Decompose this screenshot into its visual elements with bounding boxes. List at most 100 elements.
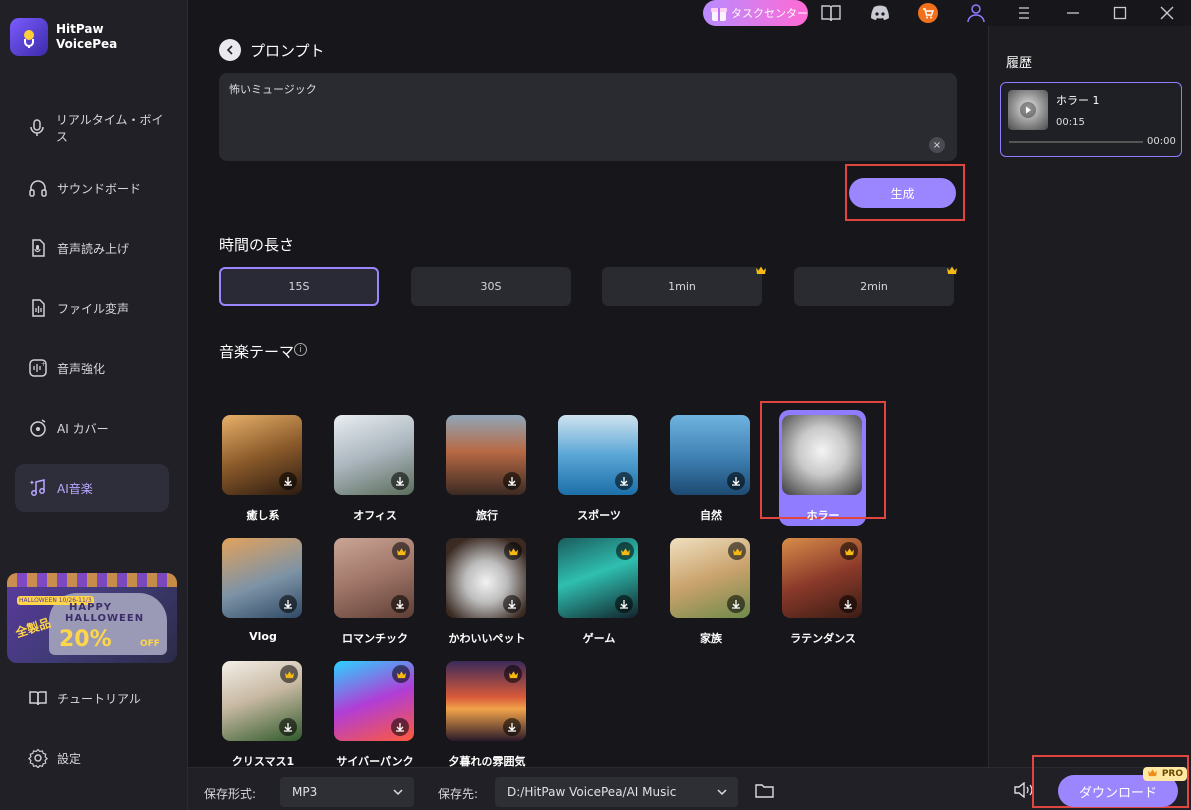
close-icon[interactable] bbox=[1156, 3, 1178, 23]
crown-icon bbox=[392, 665, 410, 683]
theme-thumb-christmas bbox=[222, 661, 302, 741]
download-icon[interactable] bbox=[391, 472, 409, 490]
sidebar-item-label: AI音楽 bbox=[57, 481, 93, 496]
promo-line1: HAPPY bbox=[69, 602, 113, 613]
download-icon[interactable] bbox=[839, 595, 857, 613]
menu-icon[interactable] bbox=[1013, 3, 1035, 23]
cart-icon[interactable] bbox=[917, 3, 939, 23]
history-item[interactable]: ホラー 1 00:15 00:00 bbox=[1000, 82, 1182, 157]
theme-card[interactable]: オフィス bbox=[334, 415, 416, 522]
theme-thumb-cyberpunk bbox=[334, 661, 414, 741]
sidebar: HitPaw VoicePea リアルタイム・ボイス サウンドボード 音声読み上… bbox=[0, 0, 188, 810]
svg-text:+: + bbox=[41, 361, 46, 368]
history-item-position: 00:00 bbox=[1147, 136, 1176, 147]
generate-button[interactable]: 生成 bbox=[849, 178, 956, 208]
promo-side-text: 全製品 bbox=[13, 615, 53, 641]
theme-label: ラテンダンス bbox=[790, 632, 856, 645]
download-icon[interactable] bbox=[615, 595, 633, 613]
download-icon[interactable] bbox=[727, 472, 745, 490]
destination-value: D:/HitPaw VoicePea/AI Music bbox=[507, 785, 677, 799]
crown-icon bbox=[280, 665, 298, 683]
theme-label: ロマンチック bbox=[342, 632, 408, 645]
duration-option-30s[interactable]: 30S bbox=[411, 267, 571, 306]
theme-card[interactable]: Vlog bbox=[222, 538, 304, 643]
theme-card[interactable]: クリスマス1 bbox=[222, 661, 304, 768]
guide-book-icon[interactable] bbox=[820, 3, 842, 23]
theme-thumb-sports bbox=[558, 415, 638, 495]
minimize-icon[interactable] bbox=[1062, 3, 1084, 23]
sidebar-item-ai-music[interactable]: ✦ AI音楽 bbox=[15, 464, 169, 512]
download-icon[interactable] bbox=[279, 595, 297, 613]
sidebar-item-label: AI カバー bbox=[57, 421, 109, 436]
theme-card[interactable]: ロマンチック bbox=[334, 538, 416, 645]
halloween-promo-banner[interactable]: HALLOWEEN 10/26-11/3 HAPPY HALLOWEEN 全製品… bbox=[7, 573, 177, 663]
themes-title: 音楽テーマ bbox=[219, 343, 295, 361]
duration-option-1min[interactable]: 1min bbox=[602, 267, 762, 306]
brand: HitPaw VoicePea bbox=[10, 18, 117, 56]
sidebar-item-realtime-voice[interactable]: リアルタイム・ボイス bbox=[15, 104, 169, 152]
promo-off: OFF bbox=[140, 639, 160, 649]
task-center-label: タスクセンター bbox=[731, 7, 808, 20]
theme-label: 自然 bbox=[700, 509, 722, 522]
destination-select[interactable]: D:/HitPaw VoicePea/AI Music bbox=[495, 777, 738, 807]
theme-card-selected[interactable]: ホラー bbox=[782, 415, 864, 522]
theme-label: Vlog bbox=[249, 630, 277, 643]
sidebar-item-file-voice-change[interactable]: ファイル変声 bbox=[15, 284, 169, 332]
gift-icon bbox=[709, 3, 729, 23]
theme-card[interactable]: ゲーム bbox=[558, 538, 640, 645]
info-icon[interactable]: i bbox=[294, 343, 307, 356]
sidebar-item-voice-enhance[interactable]: + 音声強化 bbox=[15, 344, 169, 392]
download-icon[interactable] bbox=[391, 595, 409, 613]
theme-card[interactable]: ラテンダンス bbox=[782, 538, 864, 645]
crown-icon bbox=[504, 542, 522, 560]
sidebar-item-label: サウンドボード bbox=[57, 181, 142, 196]
prompt-input[interactable]: 怖いミュージック bbox=[219, 73, 957, 161]
sidebar-item-tutorial[interactable]: チュートリアル bbox=[15, 674, 169, 722]
duration-option-2min[interactable]: 2min bbox=[794, 267, 954, 306]
clear-prompt-icon[interactable]: × bbox=[929, 137, 945, 153]
download-icon[interactable] bbox=[727, 595, 745, 613]
sidebar-item-settings[interactable]: 設定 bbox=[15, 734, 169, 782]
duration-title: 時間の長さ bbox=[219, 236, 295, 254]
history-item-name: ホラー 1 bbox=[1056, 94, 1100, 107]
back-button[interactable] bbox=[219, 39, 241, 61]
history-progress-track[interactable] bbox=[1009, 141, 1143, 143]
sidebar-item-label: 音声強化 bbox=[57, 361, 106, 376]
gear-icon bbox=[27, 747, 49, 769]
theme-label: ホラー bbox=[806, 509, 840, 522]
theme-card[interactable]: スポーツ bbox=[558, 415, 640, 522]
theme-card[interactable]: 癒し系 bbox=[222, 415, 304, 522]
theme-card[interactable]: 夕暮れの雰囲気 bbox=[446, 661, 528, 768]
theme-thumb-office bbox=[334, 415, 414, 495]
sidebar-item-soundboard[interactable]: サウンドボード bbox=[15, 164, 169, 212]
download-icon[interactable] bbox=[503, 595, 521, 613]
crown-icon bbox=[504, 665, 522, 683]
download-icon[interactable] bbox=[503, 472, 521, 490]
format-select[interactable]: MP3 bbox=[280, 777, 414, 807]
maximize-icon[interactable] bbox=[1109, 3, 1131, 23]
theme-label: スポーツ bbox=[577, 509, 621, 522]
sidebar-item-ai-cover[interactable]: AI カバー bbox=[15, 404, 169, 452]
download-icon[interactable] bbox=[279, 472, 297, 490]
sidebar-item-text-to-speech[interactable]: 音声読み上げ bbox=[15, 224, 169, 272]
discord-icon[interactable] bbox=[869, 3, 891, 23]
download-icon[interactable] bbox=[279, 718, 297, 736]
folder-icon[interactable] bbox=[755, 782, 777, 800]
account-icon[interactable] bbox=[965, 3, 987, 23]
play-icon[interactable] bbox=[1008, 90, 1048, 130]
download-icon[interactable] bbox=[615, 472, 633, 490]
theme-card[interactable]: かわいいペット bbox=[446, 538, 528, 645]
theme-label: 家族 bbox=[700, 632, 722, 645]
theme-thumb-game bbox=[558, 538, 638, 618]
task-center-button[interactable]: タスクセンター bbox=[703, 0, 808, 26]
theme-card[interactable]: サイバーパンク bbox=[334, 661, 416, 768]
duration-option-15s[interactable]: 15S bbox=[219, 267, 379, 306]
theme-card[interactable]: 家族 bbox=[670, 538, 752, 645]
theme-card[interactable]: 自然 bbox=[670, 415, 752, 522]
download-icon[interactable] bbox=[391, 718, 409, 736]
download-icon[interactable] bbox=[503, 718, 521, 736]
top-bar: タスクセンター bbox=[188, 0, 1191, 26]
theme-card[interactable]: 旅行 bbox=[446, 415, 528, 522]
format-value: MP3 bbox=[292, 785, 318, 799]
theme-thumb-healing bbox=[222, 415, 302, 495]
